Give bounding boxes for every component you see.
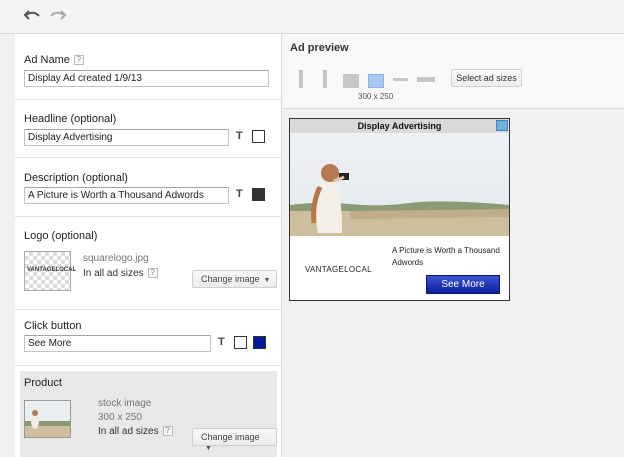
adchoices-icon[interactable] [496, 120, 508, 131]
product-label: Product [24, 377, 62, 389]
ad-image [290, 133, 509, 236]
headline-section: Headline (optional) T [15, 100, 282, 158]
size-option-square[interactable] [343, 74, 359, 88]
select-ad-sizes-button[interactable]: Select ad sizes [451, 69, 522, 87]
chevron-down-icon: ▼ [263, 277, 271, 284]
redo-icon[interactable] [48, 8, 70, 26]
product-dims: 300 x 250 [98, 412, 142, 423]
ad-preview[interactable]: Display Advertising VANTAGELOCAL A Pictu… [289, 118, 510, 301]
logo-label: Logo (optional) [24, 230, 98, 242]
button-color-swatch[interactable] [253, 336, 266, 349]
ad-brand-logo: VANTAGELOCAL [305, 265, 372, 274]
logo-section: Logo (optional) VANTAGELOCAL squarelogo.… [15, 217, 282, 310]
ad-name-input[interactable] [24, 70, 269, 87]
change-product-label: Change image [201, 432, 260, 442]
description-section: Description (optional) T [15, 158, 282, 217]
logo-sizes-wrap: In all ad sizes? [83, 268, 158, 279]
text-format-icon[interactable]: T [236, 188, 243, 200]
description-label: Description (optional) [24, 172, 128, 184]
click-button-input[interactable] [24, 335, 211, 352]
help-icon[interactable]: ? [162, 426, 173, 436]
ad-name-section: Ad Name? [15, 34, 282, 100]
size-option-banner[interactable] [393, 78, 408, 81]
product-section: Product stock image 300 x 250 In all ad … [20, 371, 277, 457]
logo-text: VANTAGELOCAL [27, 267, 77, 273]
button-text-color-swatch[interactable] [234, 336, 247, 349]
ad-cta-button[interactable]: See More [426, 275, 500, 294]
text-format-icon[interactable]: T [218, 336, 225, 348]
product-thumbnail [24, 400, 71, 438]
undo-icon[interactable] [24, 8, 46, 26]
ad-description: A Picture is Worth a Thousand Adwords [392, 246, 500, 267]
description-input[interactable] [24, 187, 229, 204]
product-name: stock image [98, 398, 152, 409]
headline-label: Headline (optional) [24, 113, 117, 125]
click-button-section: Click button T [15, 310, 282, 366]
ad-headline: Display Advertising [290, 119, 509, 133]
toolbar [0, 0, 624, 34]
size-option-skyscraper[interactable] [299, 70, 303, 88]
change-logo-button[interactable]: Change image ▼ [192, 270, 278, 288]
logo-thumbnail: VANTAGELOCAL [24, 251, 76, 291]
chevron-down-icon: ▼ [205, 445, 212, 452]
logo-sizes: In all ad sizes [83, 268, 144, 279]
logo-filename: squarelogo.jpg [83, 253, 149, 264]
help-icon[interactable]: ? [147, 268, 158, 278]
ad-settings-panel: Ad Name? Headline (optional) T Descripti… [15, 34, 282, 457]
change-product-button[interactable]: Change image ▼ [192, 428, 277, 452]
size-option-leaderboard[interactable] [417, 77, 435, 82]
size-option-medium-rectangle[interactable] [368, 74, 384, 88]
text-format-icon[interactable]: T [236, 130, 243, 142]
ad-name-label-wrap: Ad Name? [24, 54, 84, 66]
help-icon[interactable]: ? [73, 55, 84, 65]
headline-color-swatch[interactable] [252, 130, 265, 143]
description-color-swatch[interactable] [252, 188, 265, 201]
size-option-tall[interactable] [323, 70, 327, 88]
click-button-label: Click button [24, 320, 82, 332]
ad-preview-panel: Ad preview Select ad sizes 300 x 250 Dis… [283, 34, 624, 457]
preview-header: Ad preview Select ad sizes 300 x 250 [283, 34, 624, 109]
change-logo-label: Change image [201, 274, 260, 284]
headline-input[interactable] [24, 129, 229, 146]
selected-size-label: 300 x 250 [358, 92, 394, 101]
product-sizes: In all ad sizes [98, 426, 159, 437]
product-sizes-wrap: In all ad sizes? [98, 426, 173, 437]
preview-title: Ad preview [290, 42, 349, 54]
ad-name-label: Ad Name [24, 54, 70, 66]
